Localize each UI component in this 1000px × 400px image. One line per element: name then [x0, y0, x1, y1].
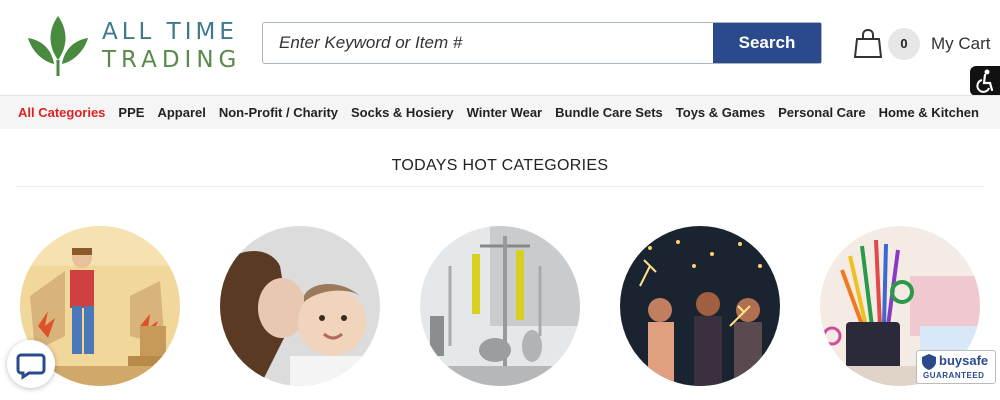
category-photo-mother-baby: [220, 226, 380, 386]
search-input[interactable]: [263, 23, 714, 63]
category-image-home-kitchen[interactable]: [420, 226, 580, 386]
nav-item-non-profit[interactable]: Non-Profit / Charity: [219, 105, 338, 120]
chat-widget-button[interactable]: [7, 340, 55, 388]
site-logo[interactable]: ALL TIME TRADING: [26, 12, 236, 78]
category-photo-party-sparklers: [620, 226, 780, 386]
site-header: ALL TIME TRADING Search 0 My Cart: [0, 0, 1000, 96]
category-nav: All Categories PPE Apparel Non-Profit / …: [0, 95, 1000, 129]
nav-item-personal-care[interactable]: Personal Care: [778, 105, 865, 120]
cart-link[interactable]: My Cart: [931, 34, 991, 54]
chat-bubble-icon: [16, 353, 46, 380]
search-bar: Search: [262, 22, 822, 64]
brand-line-2: TRADING: [102, 47, 242, 73]
nav-item-all-categories[interactable]: All Categories: [18, 105, 105, 120]
search-button[interactable]: Search: [713, 23, 821, 63]
nav-item-apparel[interactable]: Apparel: [157, 105, 205, 120]
category-image-party[interactable]: [620, 226, 780, 386]
nav-item-socks[interactable]: Socks & Hosiery: [351, 105, 454, 120]
accessibility-button[interactable]: [970, 66, 1000, 96]
buysafe-badge[interactable]: buysafe GUARANTEED: [916, 350, 996, 384]
nav-item-ppe[interactable]: PPE: [118, 105, 144, 120]
nav-item-toys-games[interactable]: Toys & Games: [676, 105, 765, 120]
buysafe-brand: buysafe: [939, 353, 989, 368]
accessibility-icon: [976, 69, 994, 93]
nav-item-winter-wear[interactable]: Winter Wear: [467, 105, 543, 120]
cart-count-badge[interactable]: 0: [888, 28, 920, 60]
shopping-bag-icon[interactable]: [852, 27, 884, 59]
nav-item-bundle-care-sets[interactable]: Bundle Care Sets: [555, 105, 663, 120]
category-photo-kitchen-utensils: [420, 226, 580, 386]
buysafe-tag: GUARANTEED: [923, 371, 985, 380]
brand-line-1: ALL TIME: [102, 19, 238, 45]
buysafe-shield-icon: [922, 354, 936, 370]
section-divider: [16, 186, 984, 187]
section-title: TODAYS HOT CATEGORIES: [391, 157, 609, 174]
leaf-logo-icon: [28, 16, 88, 76]
category-image-personal-care[interactable]: [220, 226, 380, 386]
nav-item-home-kitchen[interactable]: Home & Kitchen: [879, 105, 979, 120]
